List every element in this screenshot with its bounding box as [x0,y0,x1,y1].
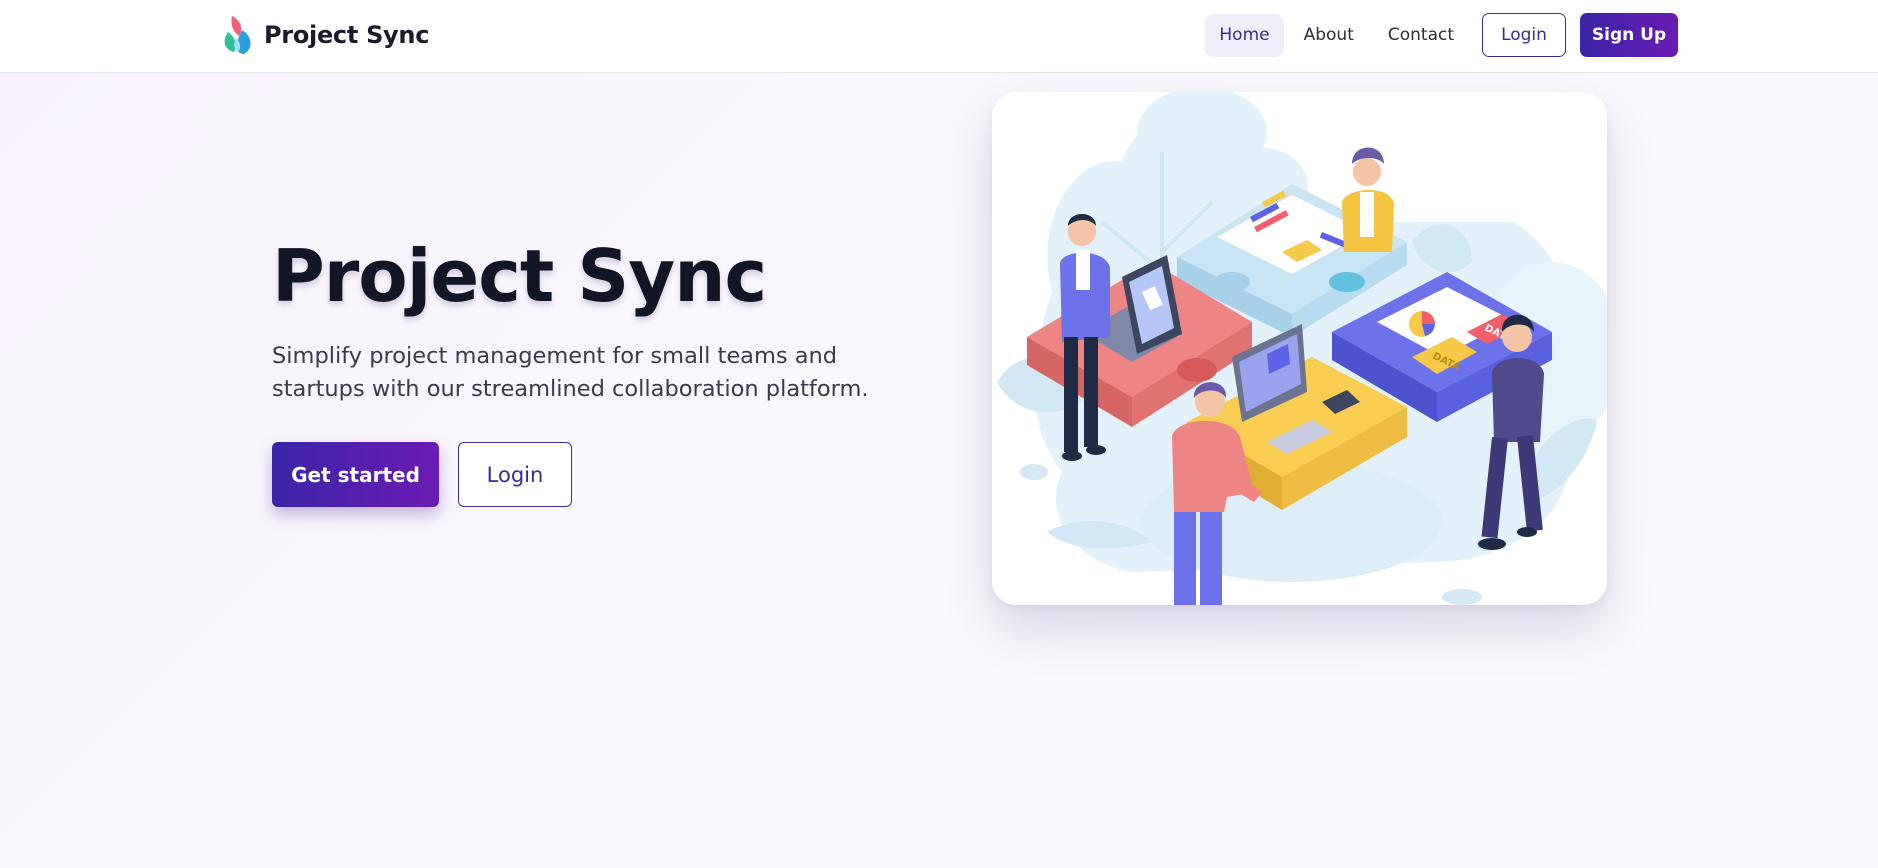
get-started-button[interactable]: Get started [272,442,439,507]
nav-link-about[interactable]: About [1290,14,1368,57]
hero-illustration-card: DATA DATA [992,92,1607,605]
team-puzzle-illustration: DATA DATA [997,92,1607,605]
hero-title: Project Sync [272,234,767,318]
hero-subtitle: Simplify project management for small te… [272,343,869,402]
hero-actions: Get started Login [272,442,572,507]
flame-logo-icon [224,16,251,54]
nav-link-home[interactable]: Home [1205,13,1284,57]
top-navbar: Project Sync Home About Contact Login Si… [0,0,1878,73]
brand-name: Project Sync [264,21,430,49]
nav-login-button[interactable]: Login [1482,13,1566,57]
person-top-figure [1342,147,1394,252]
hero-login-button[interactable]: Login [458,442,572,507]
brand-logo-link[interactable]: Project Sync [222,14,429,56]
primary-nav: Home About Contact Login Sign Up [1205,13,1678,57]
nav-link-contact[interactable]: Contact [1374,14,1468,57]
nav-signup-button[interactable]: Sign Up [1580,13,1678,57]
